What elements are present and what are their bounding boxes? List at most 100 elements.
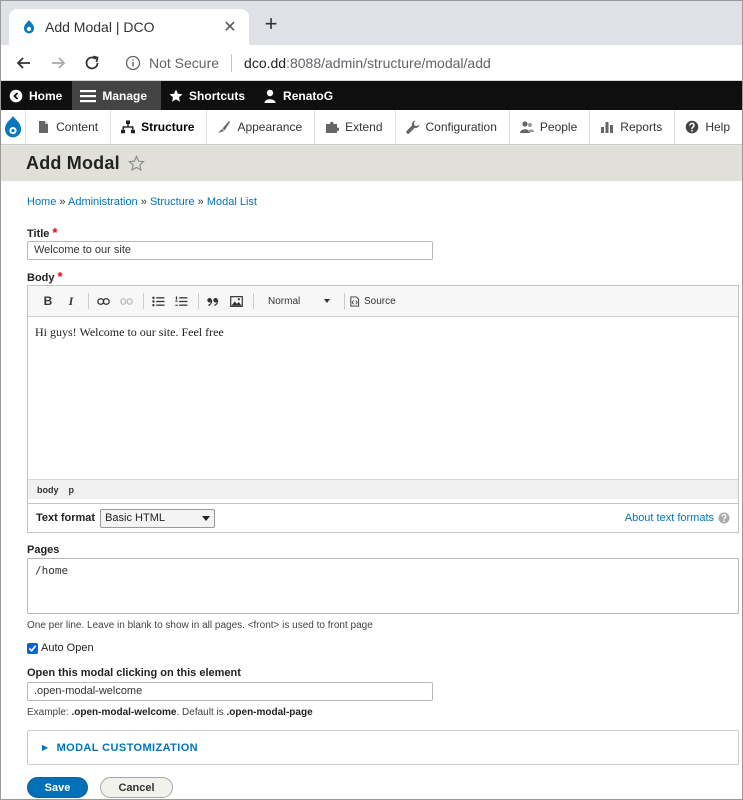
pages-label: Pages (27, 544, 60, 556)
menu-configuration[interactable]: Configuration (396, 110, 510, 144)
bold-button[interactable]: B (38, 291, 58, 311)
admin-toolbar: Home Manage Shortcuts RenatoG (1, 81, 742, 110)
tab-close-icon[interactable]: ✕ (221, 17, 239, 37)
auto-open-label[interactable]: Auto Open (41, 642, 94, 654)
modal-customization-label: MODAL CUSTOMIZATION (56, 741, 198, 754)
home-icon (9, 89, 23, 102)
path-p[interactable]: p (69, 485, 75, 495)
puzzle-icon (326, 121, 340, 133)
menu-extend[interactable]: Extend (315, 110, 396, 144)
text-format-select[interactable]: Basic HTML (100, 508, 216, 528)
breadcrumb-separator: » (140, 196, 147, 208)
italic-button[interactable]: I (61, 291, 81, 311)
auto-open-row: Auto Open (27, 642, 94, 654)
not-secure-label[interactable]: Not Secure (149, 55, 219, 71)
about-text-formats-link[interactable]: About text formats (625, 512, 730, 524)
toolbar-separator (143, 293, 144, 309)
source-code-icon (350, 295, 360, 307)
text-format-label: Text format (36, 512, 96, 524)
dropdown-arrow-icon (202, 515, 211, 521)
editor-toolbar: B I Normal Source (28, 286, 738, 317)
breadcrumb-modal-list[interactable]: Modal List (207, 196, 257, 208)
drupal-logo-icon[interactable] (1, 110, 27, 144)
numbered-list-button[interactable] (171, 291, 191, 311)
element-selector-input[interactable]: .open-modal-welcome (27, 682, 433, 701)
image-button[interactable] (226, 291, 246, 311)
title-label: Title * (27, 225, 57, 240)
source-label: Source (364, 295, 396, 307)
dropdown-arrow-icon (324, 299, 330, 303)
toolbar-home-label: Home (29, 88, 63, 103)
link-icon (96, 297, 110, 305)
link-button[interactable] (93, 291, 113, 311)
toolbar-home[interactable]: Home (1, 81, 72, 110)
path-body[interactable]: body (37, 485, 59, 495)
url-field[interactable]: dco.dd:8088/admin/structure/modal/add (244, 55, 491, 71)
breadcrumb-separator: » (197, 196, 204, 208)
menu-people[interactable]: People (510, 110, 591, 144)
file-icon (39, 121, 49, 133)
numbered-list-icon (174, 295, 187, 306)
shortcut-star-icon[interactable] (127, 155, 145, 172)
page-title: Add Modal (26, 153, 120, 173)
element-desc-prefix: Example: (27, 707, 72, 718)
unlink-button[interactable] (116, 291, 136, 311)
menu-reports[interactable]: Reports (590, 110, 676, 144)
breadcrumb-separator: » (59, 196, 66, 208)
text-format-value: Basic HTML (105, 512, 165, 524)
format-select-value: Normal (268, 295, 301, 307)
menu-structure-label: Structure (141, 120, 195, 134)
toolbar-manage[interactable]: Manage (72, 81, 162, 110)
blockquote-button[interactable] (203, 291, 223, 311)
toolbar-shortcuts[interactable]: Shortcuts (161, 81, 255, 110)
save-button[interactable]: Save (27, 777, 88, 798)
auto-open-checkbox[interactable] (27, 642, 38, 654)
forward-arrow-icon[interactable] (47, 52, 69, 74)
element-desc-example: .open-modal-welcome (71, 707, 177, 718)
element-desc-mid: . Default is (176, 707, 227, 718)
bulleted-list-icon (151, 296, 164, 306)
checkmark-icon (28, 644, 37, 652)
toolbar-user[interactable]: RenatoG (255, 81, 343, 110)
hamburger-menu-icon (80, 89, 97, 102)
breadcrumb-administration[interactable]: Administration (68, 196, 138, 208)
title-input[interactable]: Welcome to our site (27, 241, 433, 260)
breadcrumb-home[interactable]: Home (27, 196, 56, 208)
menu-structure[interactable]: Structure (111, 110, 208, 144)
element-desc-default: .open-modal-page (226, 707, 313, 718)
info-icon[interactable] (125, 55, 141, 71)
editor-content-area[interactable]: Hi guys! Welcome to our site. Feel free (28, 317, 738, 479)
toolbar-separator (198, 293, 199, 309)
menu-help-label: Help (705, 120, 730, 134)
pages-description: One per line. Leave in blank to show in … (27, 620, 373, 631)
reload-icon[interactable] (81, 52, 103, 74)
menu-appearance[interactable]: Appearance (207, 110, 316, 144)
browser-tab[interactable]: Add Modal | DCO ✕ (9, 9, 249, 45)
wrench-icon (405, 120, 420, 134)
menu-help[interactable]: Help (675, 110, 742, 144)
menu-content[interactable]: Content (26, 110, 112, 144)
tab-title: Add Modal | DCO (45, 19, 155, 35)
address-bar: Not Secure dco.dd:8088/admin/structure/m… (1, 45, 742, 81)
element-description: Example: .open-modal-welcome. Default is… (27, 707, 313, 718)
unlink-icon (119, 297, 133, 305)
bulleted-list-button[interactable] (148, 291, 168, 311)
source-button[interactable]: Source (349, 296, 396, 307)
drupal-favicon-icon (24, 20, 34, 34)
body-editor: B I Normal Source Hi guys! Welcome to ou… (27, 285, 739, 533)
pages-textarea[interactable]: /home (27, 558, 739, 614)
url-path: :8088/admin/structure/modal/add (286, 54, 491, 71)
cancel-button[interactable]: Cancel (100, 777, 173, 798)
text-format-row: Text format Basic HTML About text format… (27, 503, 739, 533)
menu-reports-label: Reports (620, 120, 663, 134)
modal-customization-toggle[interactable]: ▶ MODAL CUSTOMIZATION (27, 730, 739, 765)
editor-element-path: body p (28, 479, 738, 499)
breadcrumb-structure[interactable]: Structure (150, 196, 195, 208)
new-tab-icon[interactable]: + (259, 13, 283, 37)
title-label-text: Title (27, 228, 50, 240)
required-mark: * (52, 225, 58, 240)
toolbar-user-label: RenatoG (283, 88, 334, 103)
format-select[interactable]: Normal (264, 292, 334, 310)
toolbar-separator (253, 293, 254, 309)
back-arrow-icon[interactable] (13, 52, 35, 74)
